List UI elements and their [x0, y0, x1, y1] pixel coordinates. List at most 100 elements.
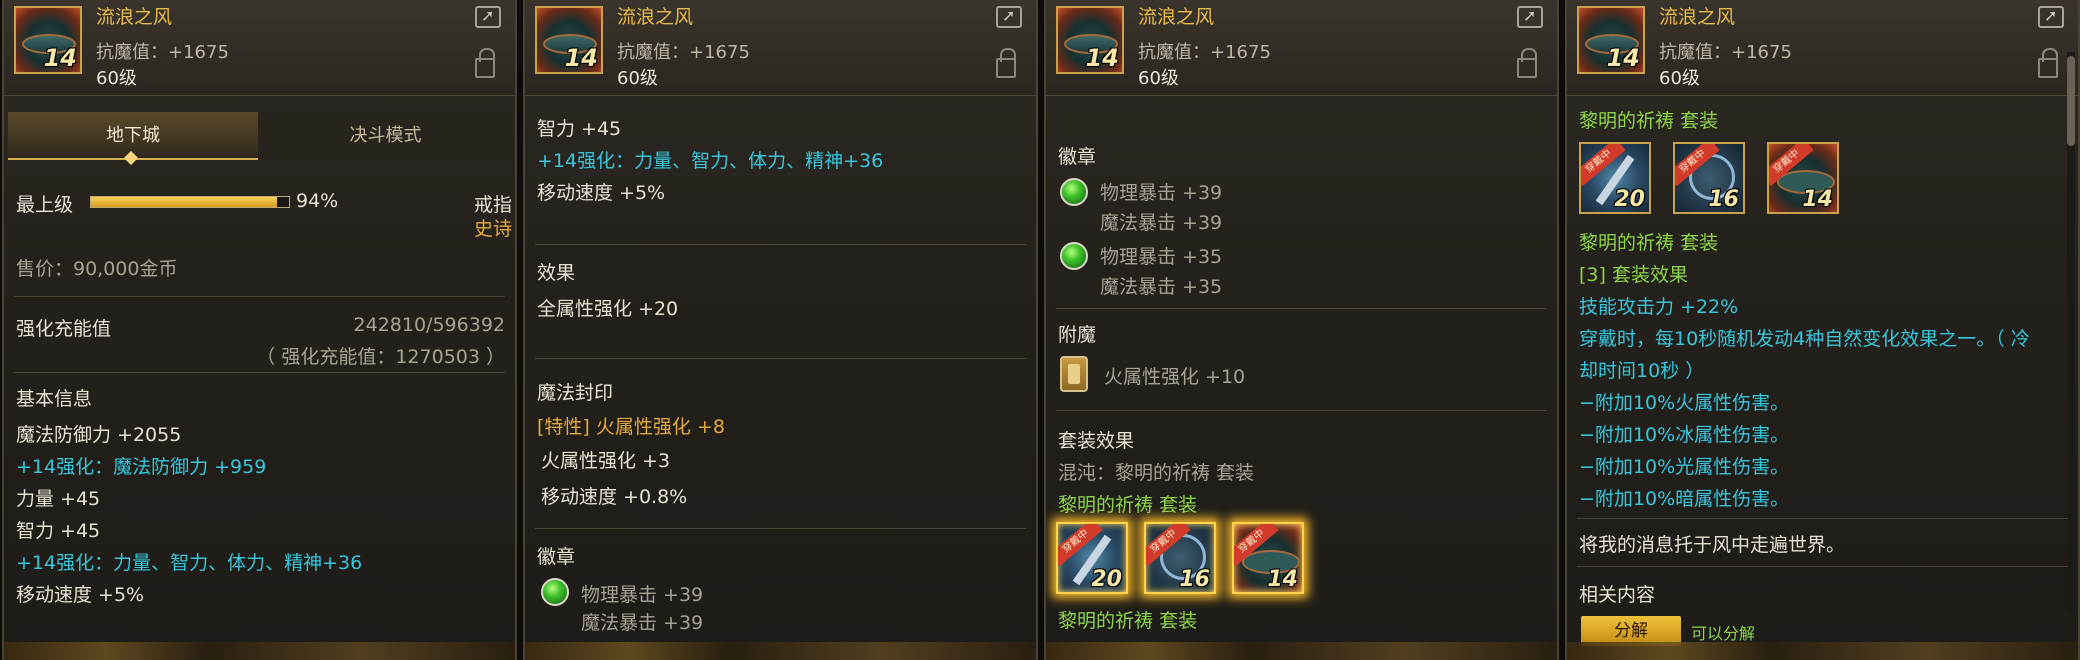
green-emblem-icon	[541, 578, 569, 606]
set-effect-line: 穿戴时，每10秒随机发动4种自然变化效果之一。（ 冷	[1579, 328, 2030, 350]
item-stat: 抗魔值：+1675	[617, 42, 750, 63]
divider	[1577, 518, 2068, 519]
belt-item-icon: 14	[14, 6, 82, 74]
item-name: 流浪之风	[1138, 6, 1215, 28]
stat-line: 智力 +45	[537, 118, 622, 140]
emblem-title: 徽章	[1058, 146, 1097, 168]
set-item-necklace-icon[interactable]: 穿戴中 16	[1144, 522, 1216, 594]
set-effect-line: −附加10%冰属性伤害。	[1579, 424, 1790, 446]
item-name: 流浪之风	[1659, 6, 1736, 28]
item-header: 14 流浪之风 抗魔值：+1675 60级	[525, 0, 1036, 96]
background-strip	[1567, 642, 2078, 660]
divider	[535, 528, 1026, 529]
grade-bar	[90, 196, 290, 208]
share-icon[interactable]	[475, 6, 501, 28]
set-effect-line: −附加10%暗属性伤害。	[1579, 488, 1790, 510]
seal-line: 火属性强化 +3	[541, 450, 671, 472]
emblem-line: 物理暴击 +35	[1100, 246, 1223, 268]
related-title: 相关内容	[1579, 584, 1656, 606]
divider	[1056, 410, 1547, 411]
mode-tabs: 地下城 决斗模式	[8, 112, 513, 166]
enchant-card-icon	[1060, 356, 1088, 392]
set-name: 黎明的祈祷 套装	[1579, 232, 1719, 254]
chaos-set-line: 混沌：黎明的祈祷 套装	[1058, 462, 1255, 484]
divider	[535, 358, 1026, 359]
tooltip-panel-3: 14 流浪之风 抗魔值：+1675 60级 徽章 物理暴击 +39 魔法暴击 +…	[1044, 0, 1559, 660]
item-stat: 抗魔值：+1675	[96, 42, 229, 63]
set-effect-line: 却时间10秒 ）	[1579, 360, 1705, 382]
set-item-staff-icon[interactable]: 穿戴中 20	[1056, 522, 1128, 594]
item-name: 流浪之风	[617, 6, 694, 28]
lock-icon[interactable]	[996, 48, 1016, 78]
tooltip-panel-4: 14 流浪之风 抗魔值：+1675 60级 黎明的祈祷 套装 穿戴中20 穿戴中…	[1565, 0, 2080, 660]
item-rarity: 史诗	[474, 218, 513, 240]
grade-label: 最上级	[16, 194, 74, 216]
background-strip	[1046, 642, 1557, 660]
charge-value: 242810/596392	[353, 314, 505, 336]
scrollbar[interactable]	[2067, 52, 2075, 612]
stat-line: +14强化：力量、智力、体力、精神+36	[16, 552, 363, 574]
belt-item-icon: 14	[1056, 6, 1124, 74]
set-name: 黎明的祈祷 套装	[1058, 610, 1198, 632]
price: 售价：90,000金币	[16, 258, 178, 280]
share-icon[interactable]	[996, 6, 1022, 28]
set-name: 黎明的祈祷 套装	[1579, 110, 1719, 132]
set-item-necklace-icon[interactable]: 穿戴中 16	[1673, 142, 1745, 214]
item-stat: 抗魔值：+1675	[1659, 42, 1792, 63]
emblem-line: 物理暴击 +39	[581, 584, 704, 606]
tooltip-panel-1: 14 流浪之风 抗魔值：+1675 60级 地下城 决斗模式 最上级 94% 戒…	[2, 0, 517, 660]
lock-icon[interactable]	[475, 48, 495, 78]
basic-info-title: 基本信息	[16, 388, 93, 410]
tab-pvp[interactable]: 决斗模式	[258, 112, 513, 160]
share-icon[interactable]	[1517, 6, 1543, 28]
grade-bar-fill	[91, 197, 278, 207]
emblem-line: 魔法暴击 +39	[581, 612, 704, 634]
set-name: 黎明的祈祷 套装	[1058, 494, 1198, 516]
set-effect-title: 套装效果	[1058, 430, 1135, 452]
divider	[14, 372, 505, 373]
divider	[535, 244, 1026, 245]
set-effect-title: [3] 套装效果	[1579, 264, 1688, 286]
item-level: 60级	[96, 68, 137, 89]
seal-title: 魔法封印	[537, 382, 614, 404]
enchant-title: 附魔	[1058, 324, 1097, 346]
belt-item-icon: 14	[1577, 6, 1645, 74]
belt-item-icon: 14	[535, 6, 603, 74]
effect-title: 效果	[537, 262, 576, 284]
flavor-text: 将我的消息托于风中走遍世界。	[1579, 534, 1846, 556]
item-type: 戒指	[474, 194, 513, 216]
item-level: 60级	[1659, 68, 1700, 89]
set-item-staff-icon[interactable]: 穿戴中 20	[1579, 142, 1651, 214]
stat-line: 移动速度 +5%	[537, 182, 666, 204]
seal-line: [特性] 火属性强化 +8	[537, 416, 725, 438]
item-level: 60级	[617, 68, 658, 89]
emblem-title: 徽章	[537, 546, 576, 568]
effect-line: 全属性强化 +20	[537, 298, 679, 320]
item-header: 14 流浪之风 抗魔值：+1675 60级	[4, 0, 515, 96]
background-strip	[525, 642, 1036, 660]
set-item-belt-icon[interactable]: 穿戴中 14	[1767, 142, 1839, 214]
item-header: 14 流浪之风 抗魔值：+1675 60级	[1567, 0, 2078, 96]
scrollbar-thumb[interactable]	[2067, 56, 2075, 146]
stat-line: 移动速度 +5%	[16, 584, 145, 606]
lock-icon[interactable]	[1517, 48, 1537, 78]
grade-percent: 94%	[296, 190, 339, 212]
set-effect-line: −附加10%火属性伤害。	[1579, 392, 1790, 414]
divider	[1056, 308, 1547, 309]
stat-line: 魔法防御力 +2055	[16, 424, 182, 446]
lock-icon[interactable]	[2038, 48, 2058, 78]
stat-line: +14强化：力量、智力、体力、精神+36	[537, 150, 884, 172]
divider	[14, 296, 505, 297]
stat-line: +14强化：魔法防御力 +959	[16, 456, 267, 478]
stat-line: 力量 +45	[16, 488, 101, 510]
item-stat: 抗魔值：+1675	[1138, 42, 1271, 63]
share-icon[interactable]	[2038, 6, 2064, 28]
green-emblem-icon	[1060, 178, 1088, 206]
emblem-line: 魔法暴击 +35	[1100, 276, 1223, 298]
charge-label: 强化充能值	[16, 318, 112, 340]
set-item-belt-icon[interactable]: 穿戴中 14	[1232, 522, 1304, 594]
green-emblem-icon	[1060, 242, 1088, 270]
stat-line: 智力 +45	[16, 520, 101, 542]
tooltip-panel-2: 14 流浪之风 抗魔值：+1675 60级 智力 +45 +14强化：力量、智力…	[523, 0, 1038, 660]
charge-sub: （ 强化充能值：1270503 ）	[256, 346, 505, 368]
